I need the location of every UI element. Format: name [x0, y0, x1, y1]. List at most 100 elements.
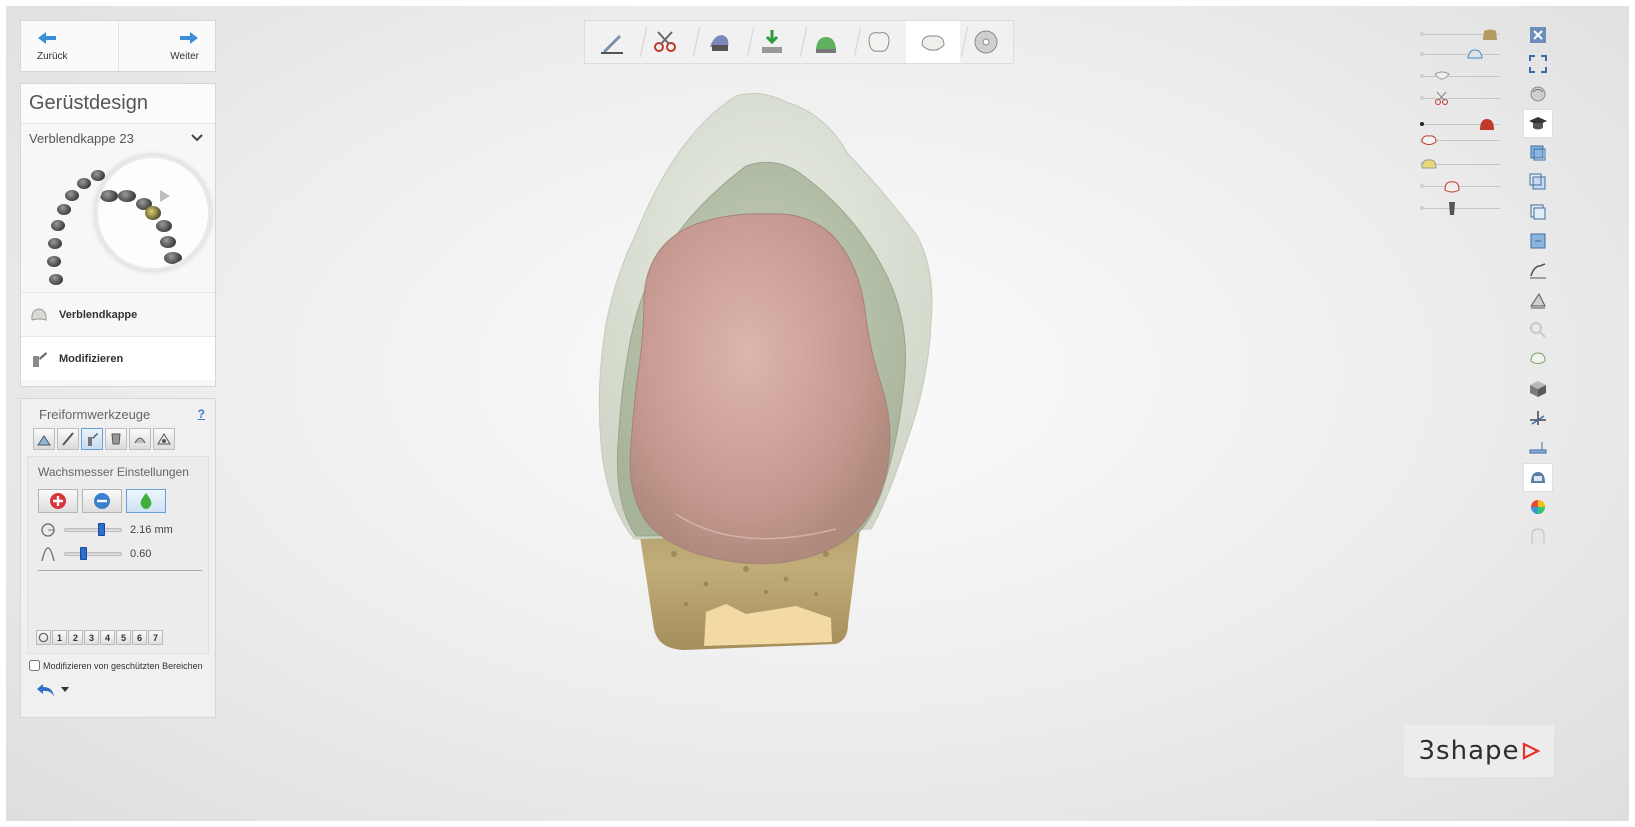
- protect-areas-checkbox[interactable]: [29, 660, 40, 671]
- view-front-button[interactable]: [1523, 138, 1553, 168]
- tooth-23-selected[interactable]: [145, 206, 161, 220]
- undo-dropdown-icon[interactable]: [61, 687, 69, 693]
- protect-areas-label[interactable]: Modifizieren von geschützten Bereichen: [43, 661, 203, 671]
- add-material-tool-button[interactable]: [33, 428, 55, 450]
- crown-icon[interactable]: [1443, 178, 1461, 194]
- coping-visibility-icon[interactable]: [1420, 132, 1438, 148]
- tooth-17[interactable]: [49, 274, 63, 285]
- implant-icon[interactable]: [1443, 200, 1461, 216]
- tooth-22-zoom[interactable]: [118, 190, 136, 202]
- color-map-button[interactable]: [1523, 492, 1553, 522]
- gingiva-icon[interactable]: [1478, 116, 1496, 132]
- workflow-step-trim[interactable]: [639, 21, 693, 63]
- visibility-toggle[interactable]: [1420, 52, 1424, 56]
- visibility-toggle[interactable]: [1420, 74, 1424, 78]
- 3d-viewport[interactable]: Zurück Weiter Gerüstdesign Verblendkappe…: [6, 6, 1629, 821]
- visibility-slider-coping-visibility[interactable]: [1414, 132, 1504, 150]
- visibility-track[interactable]: [1424, 186, 1500, 187]
- preset-5-button[interactable]: 5: [116, 630, 131, 645]
- workflow-step-insertion-direction[interactable]: [692, 21, 746, 63]
- smooth-tool-button[interactable]: [129, 428, 151, 450]
- workflow-step-cement-gap[interactable]: [746, 21, 800, 63]
- cross-section-button[interactable]: [1523, 404, 1553, 434]
- close-button[interactable]: [1523, 20, 1553, 50]
- preset-6-button[interactable]: 6: [132, 630, 147, 645]
- tooth-chart[interactable]: [21, 152, 215, 292]
- tooth-21[interactable]: [91, 170, 105, 181]
- tooth-25-zoom[interactable]: [160, 236, 176, 248]
- view-rotate-button[interactable]: [1523, 79, 1553, 109]
- tooth-13[interactable]: [57, 204, 71, 215]
- undo-icon[interactable]: [35, 681, 57, 699]
- workflow-step-anatomy[interactable]: [853, 21, 907, 63]
- radius-slider[interactable]: [64, 523, 122, 536]
- case-select-dropdown[interactable]: Verblendkappe 23: [21, 124, 215, 152]
- die-icon[interactable]: [1466, 46, 1484, 62]
- visibility-slider-crown[interactable]: [1414, 178, 1504, 196]
- visibility-toggle[interactable]: [1420, 184, 1424, 188]
- coping-3d-model[interactable]: [586, 84, 946, 664]
- smooth-mode-button[interactable]: [126, 489, 166, 513]
- tooth-16[interactable]: [47, 256, 61, 267]
- graduation-cap-button[interactable]: [1523, 108, 1553, 138]
- visibility-toggle[interactable]: [1420, 122, 1424, 126]
- upper-model-icon[interactable]: [1481, 26, 1499, 42]
- strength-slider-thumb[interactable]: [79, 547, 87, 560]
- visibility-toggle[interactable]: [1420, 206, 1424, 210]
- radius-slider-thumb[interactable]: [98, 523, 106, 536]
- visibility-slider-die[interactable]: [1414, 46, 1504, 64]
- antagonist-icon[interactable]: [1433, 68, 1451, 84]
- strength-slider[interactable]: [64, 547, 122, 560]
- tooth-15[interactable]: [48, 238, 62, 249]
- visibility-toggle[interactable]: [1420, 32, 1424, 36]
- clip-plane-button[interactable]: [1523, 256, 1553, 286]
- step-coping[interactable]: Verblendkappe: [21, 292, 215, 336]
- visibility-track[interactable]: [1424, 208, 1500, 209]
- cement-icon[interactable]: [1420, 156, 1438, 172]
- workflow-step-save[interactable]: [960, 21, 1014, 63]
- view-back-button[interactable]: [1523, 168, 1553, 198]
- preset-reset-button[interactable]: [36, 630, 51, 645]
- visibility-track[interactable]: [1424, 54, 1500, 55]
- transparency-button[interactable]: [1523, 522, 1553, 552]
- view-left-button[interactable]: [1523, 197, 1553, 227]
- scissors-icon[interactable]: [1433, 90, 1451, 106]
- preset-4-button[interactable]: 4: [100, 630, 115, 645]
- visibility-slider-implant[interactable]: [1414, 200, 1504, 218]
- tooth-12[interactable]: [65, 190, 79, 201]
- back-button[interactable]: Zurück: [21, 21, 118, 71]
- preset-3-button[interactable]: 3: [84, 630, 99, 645]
- cube-view-button[interactable]: [1523, 374, 1553, 404]
- visibility-slider-scissors[interactable]: [1414, 90, 1504, 108]
- tooth-24-zoom[interactable]: [156, 220, 172, 232]
- wax-knife-tool-button[interactable]: [81, 428, 103, 450]
- add-mode-button[interactable]: [38, 489, 78, 513]
- step-modify[interactable]: Modifizieren: [21, 336, 215, 380]
- preset-2-button[interactable]: 2: [68, 630, 83, 645]
- preset-7-button[interactable]: 7: [148, 630, 163, 645]
- ruler-button[interactable]: [1523, 433, 1553, 463]
- visibility-slider-cement[interactable]: [1414, 156, 1504, 174]
- tooth-11[interactable]: [77, 178, 91, 189]
- knife-tool-button[interactable]: [57, 428, 79, 450]
- scan-compare-button[interactable]: [1523, 462, 1553, 492]
- transform-tool-button[interactable]: [153, 428, 175, 450]
- preset-1-button[interactable]: 1: [52, 630, 67, 645]
- view-right-button[interactable]: [1523, 227, 1553, 257]
- tooth-26-zoom[interactable]: [164, 252, 182, 264]
- visibility-slider-upper-model[interactable]: [1414, 26, 1504, 44]
- occlusion-button[interactable]: [1523, 345, 1553, 375]
- workflow-step-margin-line[interactable]: [585, 21, 639, 63]
- help-link[interactable]: ?: [198, 407, 205, 422]
- workflow-step-framework-design[interactable]: [906, 21, 960, 63]
- fullscreen-button[interactable]: [1523, 50, 1553, 80]
- remove-mode-button[interactable]: [82, 489, 122, 513]
- tooth-21-zoom[interactable]: [100, 190, 118, 202]
- tooth-14[interactable]: [51, 220, 65, 231]
- workflow-step-coping-settings[interactable]: [799, 21, 853, 63]
- morph-tool-button[interactable]: [105, 428, 127, 450]
- zoom-disabled-button[interactable]: [1523, 315, 1553, 345]
- next-button[interactable]: Weiter: [117, 21, 216, 71]
- measure-button[interactable]: [1523, 286, 1553, 316]
- visibility-toggle[interactable]: [1420, 96, 1424, 100]
